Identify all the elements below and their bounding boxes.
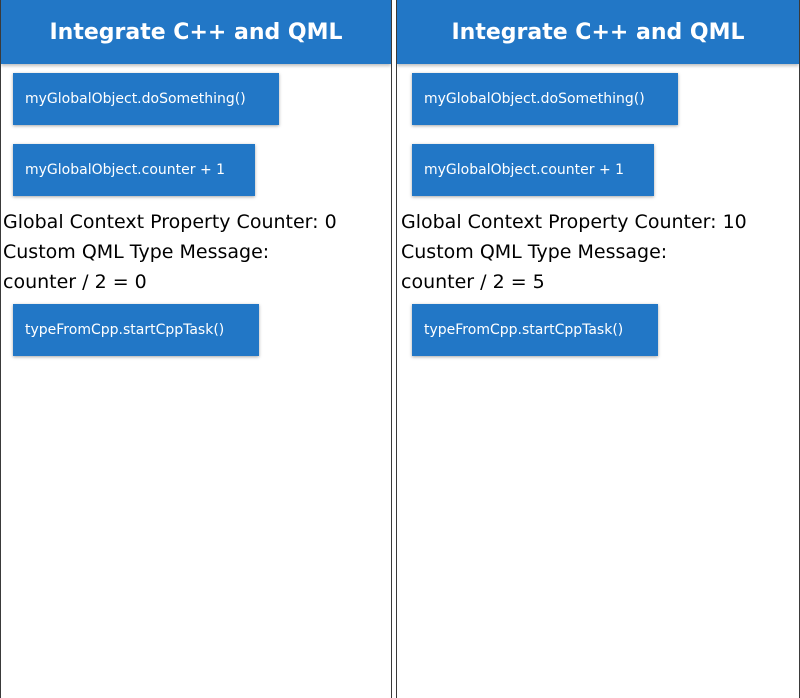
app-window-left: Integrate C++ and QML myGlobalObject.doS… <box>0 0 392 698</box>
app-window-right: Integrate C++ and QML myGlobalObject.doS… <box>396 0 800 698</box>
counter-half-label: counter / 2 = 5 <box>401 271 545 293</box>
do-something-button[interactable]: myGlobalObject.doSomething() <box>13 73 279 125</box>
info-text-block: Global Context Property Counter: 0 Custo… <box>3 207 337 297</box>
page-title: Integrate C++ and QML <box>49 19 343 45</box>
page-title: Integrate C++ and QML <box>451 19 745 45</box>
counter-increment-button[interactable]: myGlobalObject.counter + 1 <box>13 144 255 196</box>
do-something-button[interactable]: myGlobalObject.doSomething() <box>412 73 678 125</box>
counter-half-label: counter / 2 = 0 <box>3 271 147 293</box>
start-cpp-task-button[interactable]: typeFromCpp.startCppTask() <box>412 304 658 356</box>
global-counter-label: Global Context Property Counter: 10 <box>401 211 747 233</box>
custom-message-label: Custom QML Type Message: <box>401 241 668 263</box>
custom-message-label: Custom QML Type Message: <box>3 241 270 263</box>
app-header: Integrate C++ and QML <box>397 0 799 64</box>
global-counter-label: Global Context Property Counter: 0 <box>3 211 337 233</box>
info-text-block: Global Context Property Counter: 10 Cust… <box>401 207 747 297</box>
start-cpp-task-button[interactable]: typeFromCpp.startCppTask() <box>13 304 259 356</box>
app-header: Integrate C++ and QML <box>1 0 391 64</box>
counter-increment-button[interactable]: myGlobalObject.counter + 1 <box>412 144 654 196</box>
